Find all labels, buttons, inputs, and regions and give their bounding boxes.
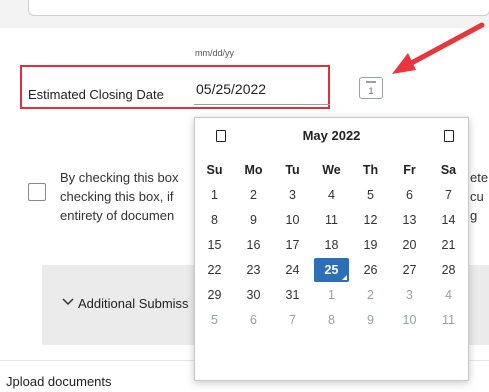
calendar-day[interactable]: 15 xyxy=(195,233,234,257)
consent-right-line-3: g xyxy=(470,208,478,223)
weekday-label: Tu xyxy=(285,163,300,177)
weekday-label: Su xyxy=(206,163,223,177)
section-title: Additional Submiss xyxy=(78,296,189,311)
calendar-day[interactable]: 6 xyxy=(390,183,429,207)
calendar-day[interactable]: 10 xyxy=(390,308,429,332)
calendar-day[interactable]: 12 xyxy=(351,208,390,232)
calendar-day[interactable]: 28 xyxy=(429,258,468,282)
calendar-day-selected[interactable]: 25 xyxy=(313,258,350,282)
consent-text-right: ete cu g xyxy=(470,168,489,225)
calendar-day[interactable]: 29 xyxy=(195,283,234,307)
calendar-day[interactable]: 26 xyxy=(351,258,390,282)
calendar-day[interactable]: 3 xyxy=(390,283,429,307)
calendar-week-row: 29 30 31 1 2 3 4 xyxy=(195,283,468,307)
top-card xyxy=(28,0,489,16)
calendar-day[interactable]: 22 xyxy=(195,258,234,282)
calendar-day[interactable]: 23 xyxy=(234,258,273,282)
calendar-week-row: 5 6 7 8 9 10 11 xyxy=(195,308,468,332)
calendar-day[interactable]: 9 xyxy=(234,208,273,232)
calendar-day[interactable]: 2 xyxy=(351,283,390,307)
calendar-day[interactable]: 8 xyxy=(312,308,351,332)
chevron-down-icon xyxy=(62,295,74,309)
calendar-day[interactable]: 14 xyxy=(429,208,468,232)
consent-right-line-2: cu xyxy=(470,189,484,204)
consent-right-line-1: ete xyxy=(470,170,489,185)
calendar-day[interactable]: 31 xyxy=(273,283,312,307)
calendar-day[interactable]: 7 xyxy=(429,183,468,207)
calendar-day[interactable]: 10 xyxy=(273,208,312,232)
closing-date-label: Estimated Closing Date xyxy=(28,87,164,102)
calendar-grid: Su Mo Tu We Th Fr Sa 1 2 3 4 5 6 7 8 9 10 11 12 13 14 15 16 17 1… xyxy=(195,158,468,333)
month-title: May 2022 xyxy=(302,128,361,143)
calendar-day[interactable]: 1 xyxy=(195,183,234,207)
calendar-day[interactable]: 8 xyxy=(195,208,234,232)
calendar-day[interactable]: 24 xyxy=(273,258,312,282)
weekday-label: Mo xyxy=(244,163,263,177)
date-format-hint: mm/dd/yy xyxy=(195,48,235,58)
calendar-day[interactable]: 20 xyxy=(390,233,429,257)
consent-line-1: By checking this box xyxy=(60,170,179,185)
closing-date-highlight: Estimated Closing Date xyxy=(20,65,330,109)
next-month-icon[interactable] xyxy=(444,130,454,142)
arrow-icon xyxy=(392,22,485,74)
calendar-day[interactable]: 9 xyxy=(351,308,390,332)
upload-documents-label: Jpload documents xyxy=(6,374,112,389)
weekday-label: Th xyxy=(362,163,379,177)
calendar-day[interactable]: 7 xyxy=(273,308,312,332)
calendar-day[interactable]: 19 xyxy=(351,233,390,257)
calendar-day[interactable]: 17 xyxy=(273,233,312,257)
calendar-day[interactable]: 2 xyxy=(234,183,273,207)
date-picker: May 2022 Su Mo Tu We Th Fr Sa 1 2 3 4 5 6 7 8 9 10 11 12 13… xyxy=(194,117,469,381)
calendar-day[interactable]: 1 xyxy=(312,283,351,307)
consent-line-3: entirety of documen xyxy=(60,208,175,223)
closing-date-input[interactable] xyxy=(194,73,330,105)
calendar-button[interactable]: 1 xyxy=(359,77,383,99)
calendar-day[interactable]: 5 xyxy=(351,183,390,207)
calendar-day[interactable]: 11 xyxy=(429,308,468,332)
weekday-header-row: Su Mo Tu We Th Fr Sa xyxy=(195,158,468,182)
calendar-icon: 1 xyxy=(368,86,374,96)
calendar-day[interactable]: 13 xyxy=(390,208,429,232)
calendar-day[interactable]: 5 xyxy=(195,308,234,332)
calendar-week-row: 15 16 17 18 19 20 21 xyxy=(195,233,468,257)
weekday-label: Fr xyxy=(403,163,416,177)
calendar-day[interactable]: 21 xyxy=(429,233,468,257)
weekday-label: We xyxy=(322,163,341,177)
calendar-day[interactable]: 4 xyxy=(312,183,351,207)
consent-line-2: checking this box, if xyxy=(60,189,174,204)
consent-text: By checking this box checking this box, … xyxy=(60,168,200,225)
calendar-week-row: 1234567 xyxy=(195,183,468,207)
calendar-day[interactable]: 27 xyxy=(390,258,429,282)
consent-checkbox[interactable] xyxy=(28,183,46,201)
calendar-day[interactable]: 3 xyxy=(273,183,312,207)
date-picker-header: May 2022 xyxy=(195,128,468,148)
calendar-day[interactable]: 6 xyxy=(234,308,273,332)
calendar-day[interactable]: 4 xyxy=(429,283,468,307)
calendar-day[interactable]: 30 xyxy=(234,283,273,307)
calendar-day[interactable]: 11 xyxy=(312,208,351,232)
calendar-week-row: 8 9 10 11 12 13 14 xyxy=(195,208,468,232)
calendar-week-row: 22 23 24 25 26 27 28 xyxy=(195,258,468,282)
calendar-day[interactable]: 18 xyxy=(312,233,351,257)
calendar-day[interactable]: 16 xyxy=(234,233,273,257)
weekday-label: Sa xyxy=(440,163,457,177)
